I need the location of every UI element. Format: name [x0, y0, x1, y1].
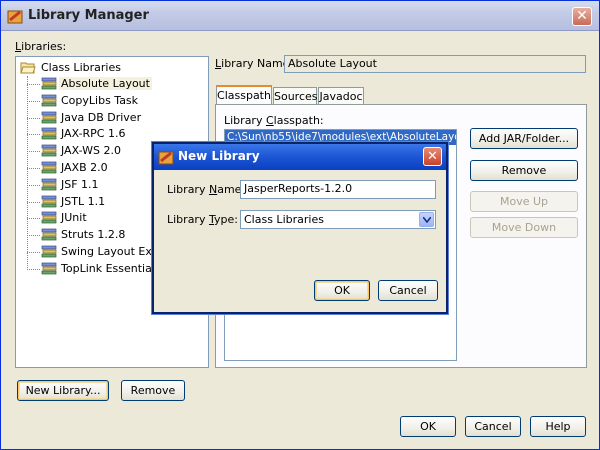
libraries-label-rest: ibraries:: [21, 40, 67, 53]
library-books-icon: [41, 195, 57, 207]
library-type-value: Class Libraries: [244, 213, 324, 226]
library-name-label: Library Name:: [215, 57, 294, 70]
tree-connector: [27, 235, 40, 237]
library-books-icon: [41, 178, 57, 191]
library-books-icon: [41, 94, 57, 107]
tree-connector: [27, 151, 40, 153]
tree-root-label: Class Libraries: [41, 61, 121, 74]
chevron-down-icon[interactable]: [419, 212, 434, 227]
remove-library-button[interactable]: Remove: [121, 380, 185, 401]
dialog-type-label-rest: ype:: [213, 213, 238, 226]
library-type-select[interactable]: Class Libraries: [240, 210, 436, 229]
library-books-icon: [41, 144, 57, 157]
tree-item-label: JUnit: [61, 211, 87, 225]
library-books-icon: [41, 212, 57, 224]
close-icon[interactable]: ✕: [572, 7, 592, 26]
dialog-type-label: Library Type:: [167, 213, 238, 226]
tree-connector: [27, 134, 40, 136]
add-jar-folder-button[interactable]: Add JAR/Folder...: [470, 128, 578, 149]
tree-item-label: Struts 1.2.8: [61, 228, 126, 242]
netbeans-cup-icon: [7, 10, 23, 24]
remove-jar-button[interactable]: Remove: [470, 160, 578, 181]
tree-connector: [27, 201, 40, 203]
tab-classpath[interactable]: Classpath: [216, 85, 272, 106]
library-name-field[interactable]: Absolute Layout: [284, 55, 586, 73]
move-down-button[interactable]: Move Down: [470, 217, 578, 238]
tree-item-library[interactable]: CopyLibs Task: [27, 93, 207, 110]
tree-item-label: JSTL 1.1: [61, 194, 106, 208]
netbeans-cup-icon: [158, 151, 174, 165]
library-classpath-label: Library Classpath:: [224, 114, 324, 127]
tree-connector: [27, 117, 40, 119]
library-books-icon: [41, 128, 57, 140]
library-books-icon: [41, 245, 57, 258]
ok-button[interactable]: OK: [400, 416, 456, 437]
tree-item-label: CopyLibs Task: [61, 93, 139, 107]
tree-item-label: JSF 1.1: [61, 177, 99, 191]
library-name-label-rest: ibrary Name:: [221, 57, 294, 70]
move-up-button[interactable]: Move Up: [470, 191, 578, 212]
window-title: Library Manager: [28, 8, 149, 23]
tree-connector: [27, 218, 40, 220]
dialog-cancel-button[interactable]: Cancel: [378, 280, 438, 301]
tree-item-label: JAX-WS 2.0: [61, 144, 121, 158]
folder-open-icon: [20, 62, 36, 74]
window-titlebar[interactable]: Library Manager ✕: [1, 1, 599, 31]
library-manager-window: Library Manager ✕ Libraries: Class Libra…: [0, 0, 600, 450]
tree-item-label: Absolute Layout: [59, 77, 152, 90]
library-books-icon: [41, 111, 57, 123]
tree-connector: [27, 184, 40, 186]
dialog-name-label: Library Name:: [167, 183, 246, 196]
new-library-button[interactable]: New Library...: [17, 380, 109, 401]
tree-connector: [27, 268, 40, 270]
library-name-input[interactable]: JasperReports-1.2.0: [240, 180, 436, 199]
dialog-title: New Library: [178, 149, 260, 163]
library-books-icon: [41, 228, 57, 241]
help-button[interactable]: Help: [530, 416, 586, 437]
dialog-ok-button[interactable]: OK: [314, 280, 370, 301]
tree-item-library[interactable]: JAX-RPC 1.6: [27, 126, 207, 143]
tree-item-library[interactable]: Java DB Driver: [27, 110, 207, 127]
library-books-icon: [41, 77, 57, 90]
tree-connector: [27, 100, 40, 102]
cancel-button[interactable]: Cancel: [465, 416, 521, 437]
tree-item-label: JAXB 2.0: [61, 161, 108, 174]
close-icon[interactable]: ✕: [423, 147, 442, 166]
tree-item-label: TopLink Essentials: [61, 261, 161, 275]
dialog-titlebar[interactable]: New Library ✕: [154, 144, 446, 170]
tree-item-label: Java DB Driver: [61, 110, 142, 124]
tree-connector: [27, 168, 40, 169]
tree-connector: [27, 252, 40, 253]
tree-connector: [27, 84, 40, 85]
new-library-dialog: New Library ✕ Library Name: JasperReport…: [152, 142, 448, 314]
library-books-icon: [41, 161, 57, 174]
library-classpath-label-rest: lasspath:: [273, 114, 324, 127]
libraries-label: Libraries:: [15, 40, 67, 53]
tree-item-label: JAX-RPC 1.6: [61, 127, 126, 141]
library-books-icon: [41, 262, 57, 275]
tree-item-library[interactable]: Absolute Layout: [27, 76, 207, 93]
